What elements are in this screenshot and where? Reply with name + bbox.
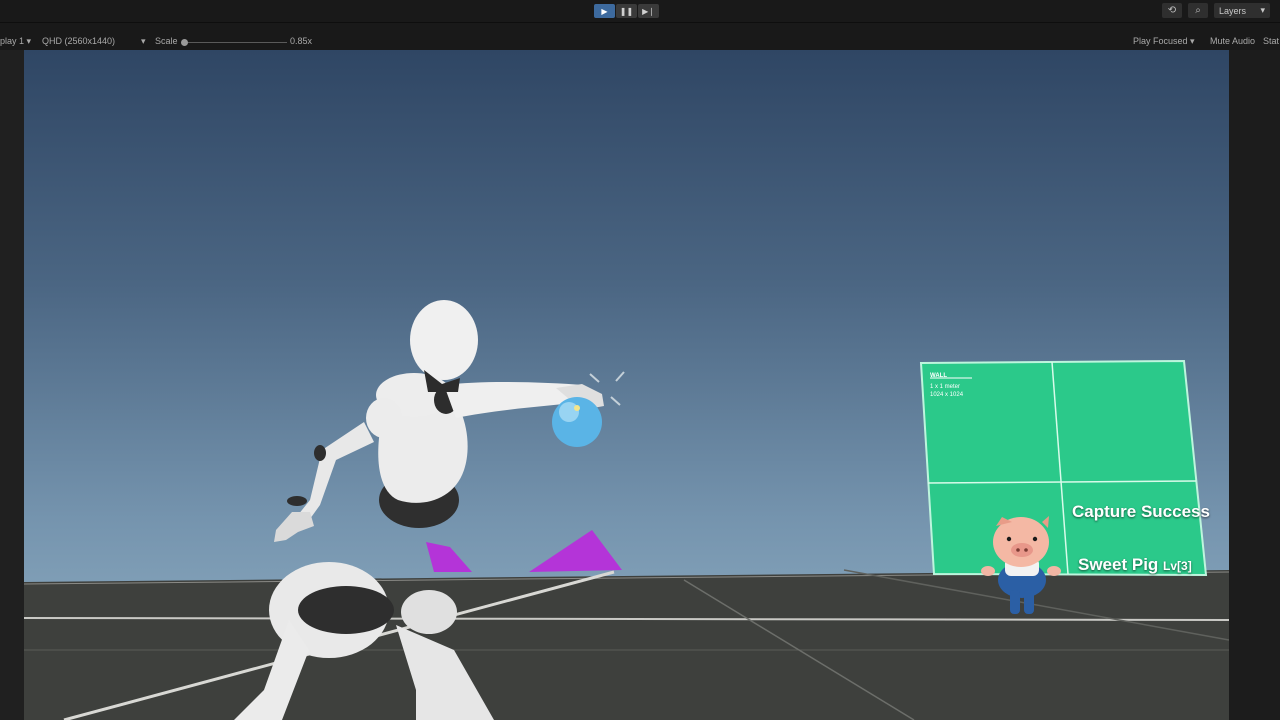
chevron-down-icon: ▾	[1190, 36, 1195, 46]
creature-name-label: Sweet Pig Lv[3]	[1078, 555, 1192, 575]
editor-top-bar: ▶ ❚❚ ▶❘ ⟲ ⌕ Layers ▾	[0, 0, 1280, 23]
play-button[interactable]: ▶	[594, 4, 615, 18]
creature-name: Sweet Pig	[1078, 555, 1159, 574]
step-button[interactable]: ▶❘	[638, 4, 659, 18]
editor-right-panel	[1229, 50, 1280, 720]
search-button[interactable]: ⌕	[1188, 3, 1208, 18]
display-dropdown[interactable]: play 1 ▾	[0, 36, 31, 47]
stats-toggle[interactable]: Stat	[1263, 36, 1279, 46]
pause-icon: ❚❚	[619, 6, 634, 16]
scale-slider-track[interactable]	[183, 42, 287, 43]
chevron-down-icon: ▾	[141, 36, 146, 46]
capture-success-message: Capture Success	[1072, 502, 1210, 521]
ground-plane	[24, 570, 1229, 720]
scale-label: Scale	[155, 36, 178, 46]
scale-value: 0.85x	[290, 36, 313, 46]
play-controls: ▶ ❚❚ ▶❘	[594, 4, 659, 18]
display-label: play 1	[0, 36, 25, 46]
step-icon: ▶❘	[642, 6, 655, 16]
resolution-dropdown[interactable]: QHD (2560x1440)	[42, 36, 115, 46]
play-focused-label: Play Focused	[1133, 36, 1188, 46]
resolution-label: QHD (2560x1440)	[42, 36, 116, 46]
search-icon: ⌕	[1195, 5, 1201, 16]
layers-label: Layers	[1219, 5, 1247, 16]
history-button[interactable]: ⟲	[1162, 3, 1182, 18]
game-view-toolbar: play 1 ▾ QHD (2560x1440) ▾ Scale 0.85x P…	[0, 33, 1280, 50]
game-scene: WALL 1 x 1 meter 1024 x 1024	[24, 300, 1229, 720]
purple-marker	[426, 542, 472, 572]
game-viewport[interactable]: WALL 1 x 1 meter 1024 x 1024 Capture Suc…	[24, 50, 1229, 720]
history-icon: ⟲	[1167, 5, 1177, 16]
wall-label-size: 1 x 1 meter	[930, 384, 960, 390]
wall-panel	[919, 359, 1208, 577]
wall-label-title: WALL	[930, 373, 947, 379]
creature-level: Lv[3]	[1163, 559, 1192, 573]
purple-marker	[529, 530, 622, 572]
capture-sphere	[552, 397, 602, 447]
chevron-down-icon: ▾	[26, 36, 32, 46]
play-icon: ▶	[601, 6, 608, 16]
chevron-down-icon: ▾	[1260, 5, 1265, 15]
mute-audio-toggle[interactable]: Mute Audio	[1210, 36, 1255, 46]
top-right-tools: ⟲ ⌕ Layers ▾	[1162, 3, 1270, 18]
editor-left-panel	[0, 50, 24, 720]
pause-button[interactable]: ❚❚	[616, 4, 637, 18]
scale-slider-handle[interactable]	[181, 39, 188, 46]
wall-label-resolution: 1024 x 1024	[930, 392, 964, 398]
layers-dropdown[interactable]: Layers ▾	[1214, 3, 1270, 18]
play-focused-dropdown[interactable]: Play Focused ▾	[1133, 36, 1195, 47]
